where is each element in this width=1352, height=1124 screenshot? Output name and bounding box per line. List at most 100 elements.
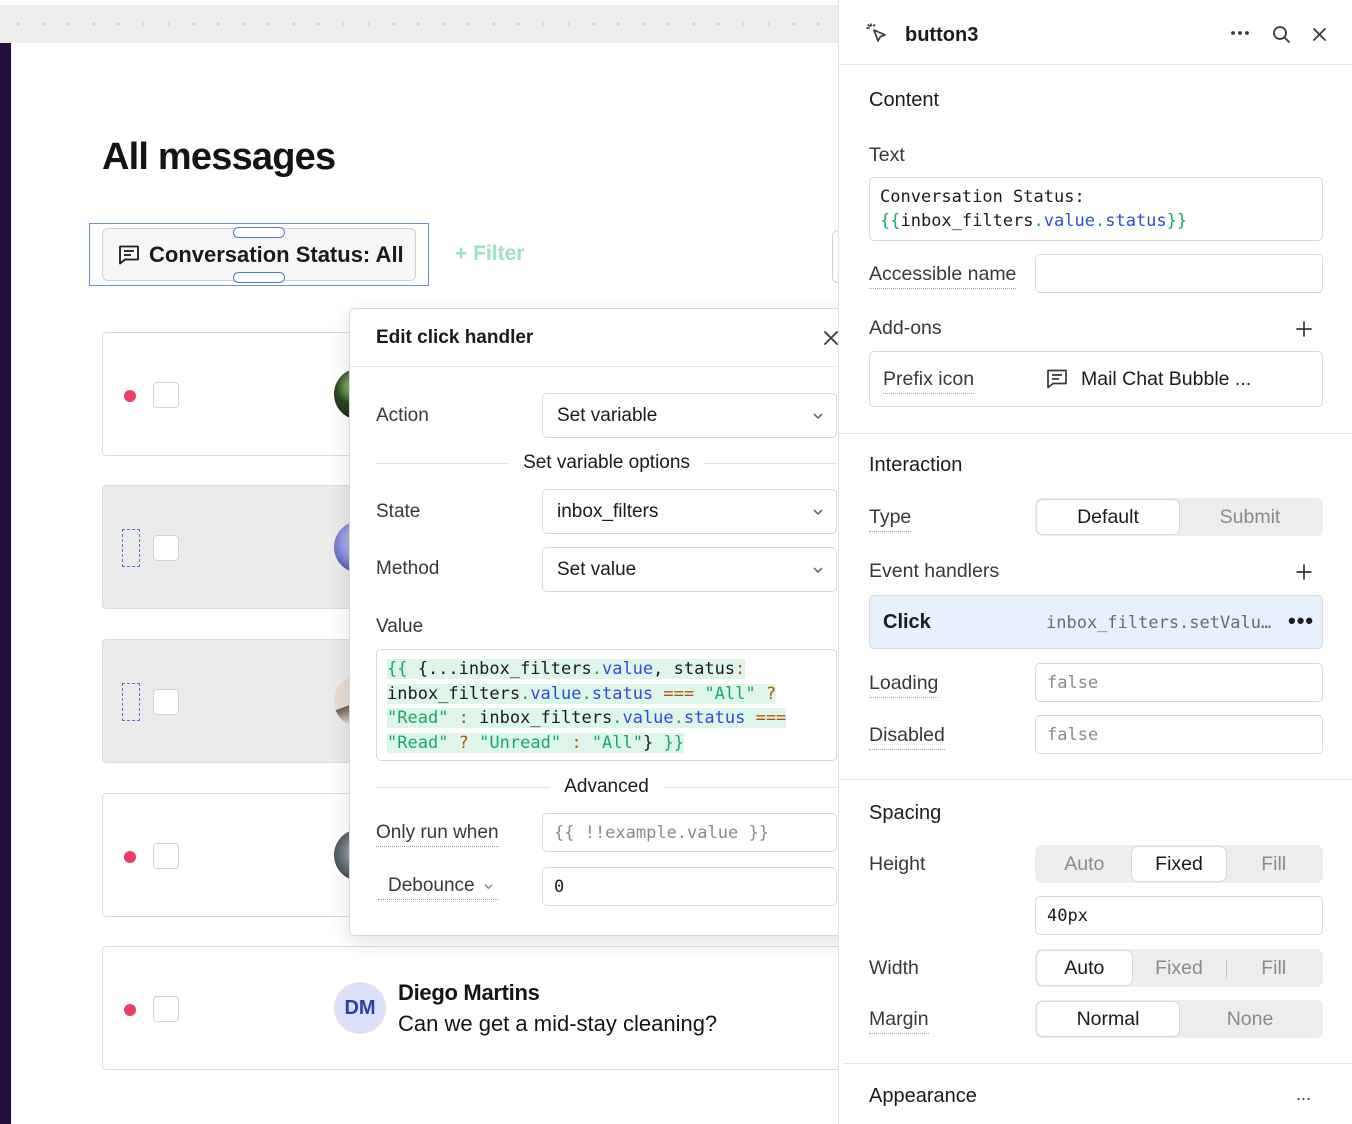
component-name[interactable]: button3 (905, 24, 978, 47)
prefix-icon-label: Prefix icon (883, 368, 975, 394)
only-run-when-input[interactable]: {{ !!example.value }} (542, 813, 837, 852)
value-label: Value (376, 616, 424, 637)
disabled-label: Disabled (869, 724, 945, 750)
row-checkbox[interactable] (153, 996, 179, 1022)
row-checkbox[interactable] (153, 382, 179, 408)
section-divider (839, 779, 1352, 780)
search-icon[interactable] (1272, 25, 1291, 44)
inspector-header: button3 (839, 0, 1352, 65)
width-segmented-control[interactable]: Auto Fixed Fill (1035, 949, 1323, 987)
type-option-default[interactable]: Default (1037, 500, 1179, 534)
chevron-down-icon (813, 509, 823, 516)
section-divider (839, 433, 1352, 434)
list-item[interactable]: DM Diego Martins Can we get a mid-stay c… (102, 946, 838, 1070)
margin-option-none[interactable]: None (1179, 1002, 1321, 1036)
close-icon[interactable] (820, 327, 838, 349)
add-event-handler-icon[interactable] (1295, 563, 1313, 581)
height-segmented-control[interactable]: Auto Fixed Fill (1035, 845, 1323, 883)
inspector-panel: button3 Content Text Conversation Status… (838, 0, 1352, 1124)
width-option-fixed[interactable]: Fixed (1132, 951, 1227, 985)
addons-label: Add-ons (869, 317, 942, 339)
debounce-input[interactable]: 0 (542, 867, 837, 906)
section-divider (843, 1063, 1352, 1064)
chevron-down-icon (483, 883, 493, 889)
close-icon[interactable] (1311, 26, 1328, 43)
debounce-dropdown[interactable]: Debounce (378, 875, 498, 900)
value-code: {{ {...inbox_filters.value, status: inbox… (387, 659, 787, 753)
method-select[interactable]: Set value (542, 547, 837, 592)
advanced-divider: Advanced (376, 776, 837, 798)
action-label: Action (376, 405, 429, 426)
state-value: inbox_filters (557, 500, 659, 522)
method-label: Method (376, 558, 440, 579)
height-value-input[interactable]: 40px (1035, 896, 1323, 935)
action-select[interactable]: Set variable (542, 393, 837, 438)
event-name: Click (883, 611, 931, 633)
unread-dot (124, 851, 136, 863)
row-checkbox[interactable] (153, 689, 179, 715)
action-value: Set variable (557, 404, 658, 426)
resize-handle-top[interactable] (233, 227, 285, 238)
event-action-summary: inbox_filters.setValue(...) (1046, 613, 1278, 633)
chevron-down-icon (813, 567, 823, 574)
height-option-fixed[interactable]: Fixed (1131, 847, 1227, 881)
state-label: State (376, 501, 421, 522)
type-option-submit[interactable]: Submit (1179, 500, 1321, 534)
add-filter-link[interactable]: + Filter (455, 242, 524, 266)
chevron-down-icon (813, 413, 823, 420)
hidden-dot-placeholder (122, 683, 140, 721)
width-option-auto[interactable]: Auto (1037, 951, 1132, 985)
content-section-title[interactable]: Content (869, 89, 939, 112)
mail-chat-bubble-icon (1047, 369, 1067, 389)
margin-segmented-control[interactable]: Normal None (1035, 1000, 1323, 1038)
type-label: Type (869, 506, 912, 532)
add-addon-icon[interactable] (1295, 320, 1313, 338)
set-variable-options-divider: Set variable options (376, 452, 837, 474)
mail-chat-bubble-icon (119, 245, 139, 264)
message-preview: Can we get a mid-stay cleaning? (398, 1011, 718, 1036)
only-run-when-label: Only run when (376, 822, 499, 847)
conversation-status-label: Conversation Status: All (149, 241, 404, 267)
spacing-section-title[interactable]: Spacing (869, 802, 941, 825)
text-label: Text (869, 144, 905, 166)
unread-dot (124, 390, 136, 402)
margin-option-normal[interactable]: Normal (1037, 1002, 1179, 1036)
event-handlers-label: Event handlers (869, 560, 1000, 582)
cursor-click-icon (866, 23, 886, 42)
height-label: Height (869, 853, 926, 875)
type-segmented-control[interactable]: Default Submit (1035, 498, 1323, 536)
event-handler-row[interactable]: Click inbox_filters.setValue(...) ••• (869, 595, 1323, 649)
margin-label: Margin (869, 1008, 929, 1034)
canvas-dotted-header (0, 5, 838, 43)
loading-input[interactable]: false (1035, 663, 1323, 702)
disabled-input[interactable]: false (1035, 715, 1323, 754)
appearance-section-title[interactable]: Appearance (869, 1085, 977, 1108)
method-value: Set value (557, 558, 637, 580)
more-options-icon[interactable]: ••• (1288, 610, 1314, 632)
more-options-icon[interactable] (1230, 29, 1250, 37)
width-option-fill[interactable]: Fill (1226, 951, 1321, 985)
row-checkbox[interactable] (153, 535, 179, 561)
app-left-rail (0, 43, 11, 1124)
state-select[interactable]: inbox_filters (542, 489, 837, 534)
interaction-section-title[interactable]: Interaction (869, 454, 962, 477)
page-title: All messages (102, 136, 336, 178)
appearance-more-icon[interactable]: ... (1296, 1084, 1311, 1105)
text-value-expression: {{inbox_filters.value.status}} (880, 211, 1188, 231)
loading-label: Loading (869, 672, 939, 698)
row-checkbox[interactable] (153, 843, 179, 869)
height-option-fill[interactable]: Fill (1226, 847, 1321, 881)
app-canvas: All messages Conversation Status: All + … (0, 0, 838, 1124)
text-input[interactable]: Conversation Status: {{inbox_filters.val… (869, 177, 1323, 241)
debounce-label: Debounce (388, 875, 475, 896)
height-option-auto[interactable]: Auto (1037, 847, 1132, 881)
width-label: Width (869, 957, 919, 979)
text-value-prefix: Conversation Status: (880, 187, 1085, 207)
prefix-icon-addon[interactable]: Prefix icon Mail Chat Bubble ... (869, 351, 1323, 407)
accessible-name-input[interactable] (1035, 254, 1323, 293)
value-code-editor[interactable]: {{ {...inbox_filters.value, status: inbox… (376, 649, 837, 761)
resize-handle-bottom[interactable] (233, 272, 285, 283)
prefix-icon-value: Mail Chat Bubble ... (1081, 368, 1252, 390)
edit-click-handler-modal: Edit click handler Action Set variable S… (349, 308, 838, 936)
accessible-name-label: Accessible name (869, 263, 1017, 289)
